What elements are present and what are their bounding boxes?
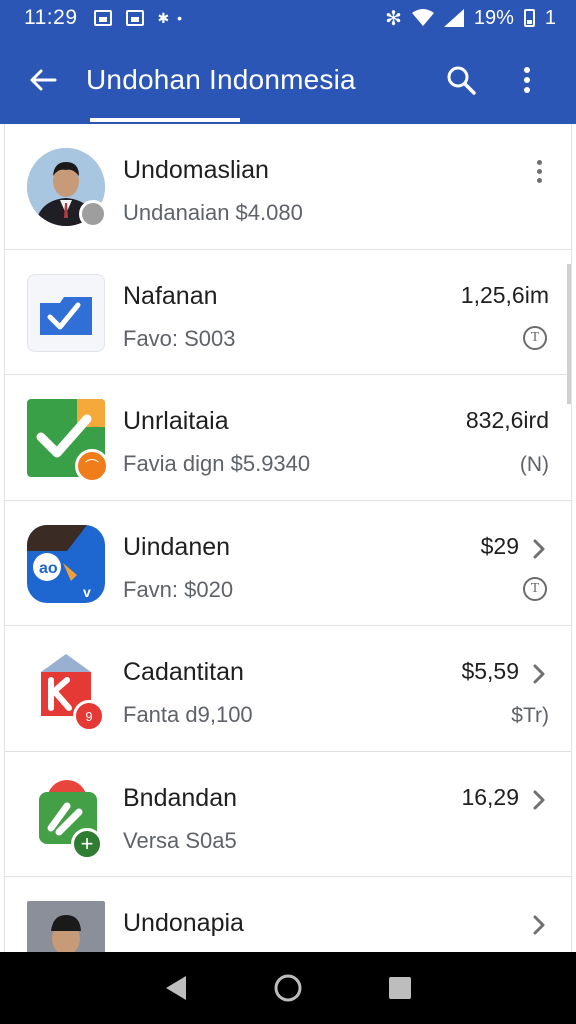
item-subtitle: Favo: S003 — [123, 325, 236, 351]
svg-text:v: v — [83, 584, 91, 600]
signal-icon — [443, 9, 464, 27]
item-subtitle: Versa S0a5 — [123, 827, 237, 853]
folder-check-icon — [27, 273, 105, 352]
list-item[interactable]: 9 Cadantitan Fanta d9,100 $5,59 $Tr) — [5, 626, 571, 752]
more-vert-icon — [524, 67, 530, 93]
nav-home-icon — [274, 974, 302, 1002]
status-badge — [79, 200, 107, 228]
search-button[interactable] — [428, 50, 494, 110]
list-item[interactable]: Nafanan Favo: S003 1,25,6im T — [5, 250, 571, 375]
chevron-right-icon[interactable] — [529, 913, 549, 937]
item-badge: $Tr) — [511, 704, 549, 727]
item-name: Undomaslian — [123, 156, 269, 184]
page-title: Undohan Indonmesia — [86, 64, 356, 95]
blue-app-icon: ao v — [27, 524, 105, 603]
red-badge-icon: 9 — [73, 700, 105, 732]
scrollbar[interactable] — [567, 264, 571, 404]
battery-icon — [523, 9, 535, 27]
chevron-right-icon[interactable] — [529, 662, 549, 686]
nav-back-icon — [166, 976, 186, 1000]
profile-photo-icon — [27, 901, 105, 952]
wifi-icon — [411, 9, 434, 26]
tab-indicator — [90, 118, 240, 122]
item-subtitle: Favn: $020 — [123, 576, 234, 602]
gallery-notification-icon — [93, 10, 112, 26]
battery-percent: 19% — [473, 6, 514, 29]
item-list: Undomaslian Undanaian $4.080 Nafanan Fav… — [4, 124, 572, 952]
item-name: Bndandan — [123, 783, 238, 812]
status-time: 11:29 — [24, 6, 78, 29]
bluetooth-icon: ✻ — [385, 7, 402, 30]
search-icon — [447, 66, 476, 95]
chevron-right-icon[interactable] — [529, 537, 549, 561]
more-options-button[interactable] — [494, 50, 560, 110]
item-subtitle: Undanaian $4.080 — [123, 200, 303, 225]
item-value: 16,29 — [461, 783, 519, 810]
item-name: Uindanen — [123, 532, 231, 561]
nav-back-button[interactable] — [156, 968, 196, 1008]
info-icon[interactable]: T — [523, 325, 547, 350]
list-item[interactable]: ⌒ Unrlaitaia Favia dign $5.9340 832,6ird… — [5, 375, 571, 501]
item-badge: (N) — [519, 453, 549, 476]
item-subtitle: Fanta d9,100 — [123, 702, 253, 727]
orange-badge-icon: ⌒ — [75, 449, 109, 483]
item-subtitle: Favia dign $5.9340 — [123, 451, 311, 476]
list-item[interactable]: ao v Uindanen Favn: $020 $29 T — [5, 501, 571, 626]
item-value: $29 — [480, 532, 519, 559]
item-name: Unrlaitaia — [123, 407, 229, 435]
app-bar: Undohan Indonmesia — [0, 36, 576, 124]
item-name: Nafanan — [123, 281, 218, 310]
item-name: Cadantitan — [123, 658, 244, 686]
item-name: Undonapia — [123, 909, 244, 937]
status-extra: 1 — [544, 6, 556, 29]
nav-recents-button[interactable] — [380, 968, 420, 1008]
list-item[interactable]: Undomaslian Undanaian $4.080 — [5, 124, 571, 250]
back-button[interactable] — [0, 36, 86, 124]
chevron-right-icon[interactable] — [529, 788, 549, 812]
info-icon[interactable]: T — [523, 576, 547, 601]
back-arrow-icon — [30, 69, 57, 91]
list-item[interactable]: + Bndandan Versa S0a5 16,29 — [5, 752, 571, 877]
app-notification-icon — [125, 10, 144, 26]
nav-home-button[interactable] — [268, 968, 308, 1008]
item-value: 832,6ird — [465, 407, 549, 433]
status-bar: 11:29 ✱ • ✻ 19% 1 — [0, 0, 576, 36]
item-value: $5,59 — [461, 658, 519, 684]
item-more-button[interactable] — [535, 160, 543, 186]
item-value: 1,25,6im — [460, 281, 549, 308]
add-badge-icon: + — [71, 827, 103, 860]
system-nav-bar — [0, 952, 576, 1024]
nav-recents-icon — [389, 977, 411, 999]
more-notifications-icon: ✱ • — [157, 9, 185, 26]
svg-text:ao: ao — [39, 560, 58, 577]
list-item[interactable]: Undonapia — [5, 877, 571, 952]
